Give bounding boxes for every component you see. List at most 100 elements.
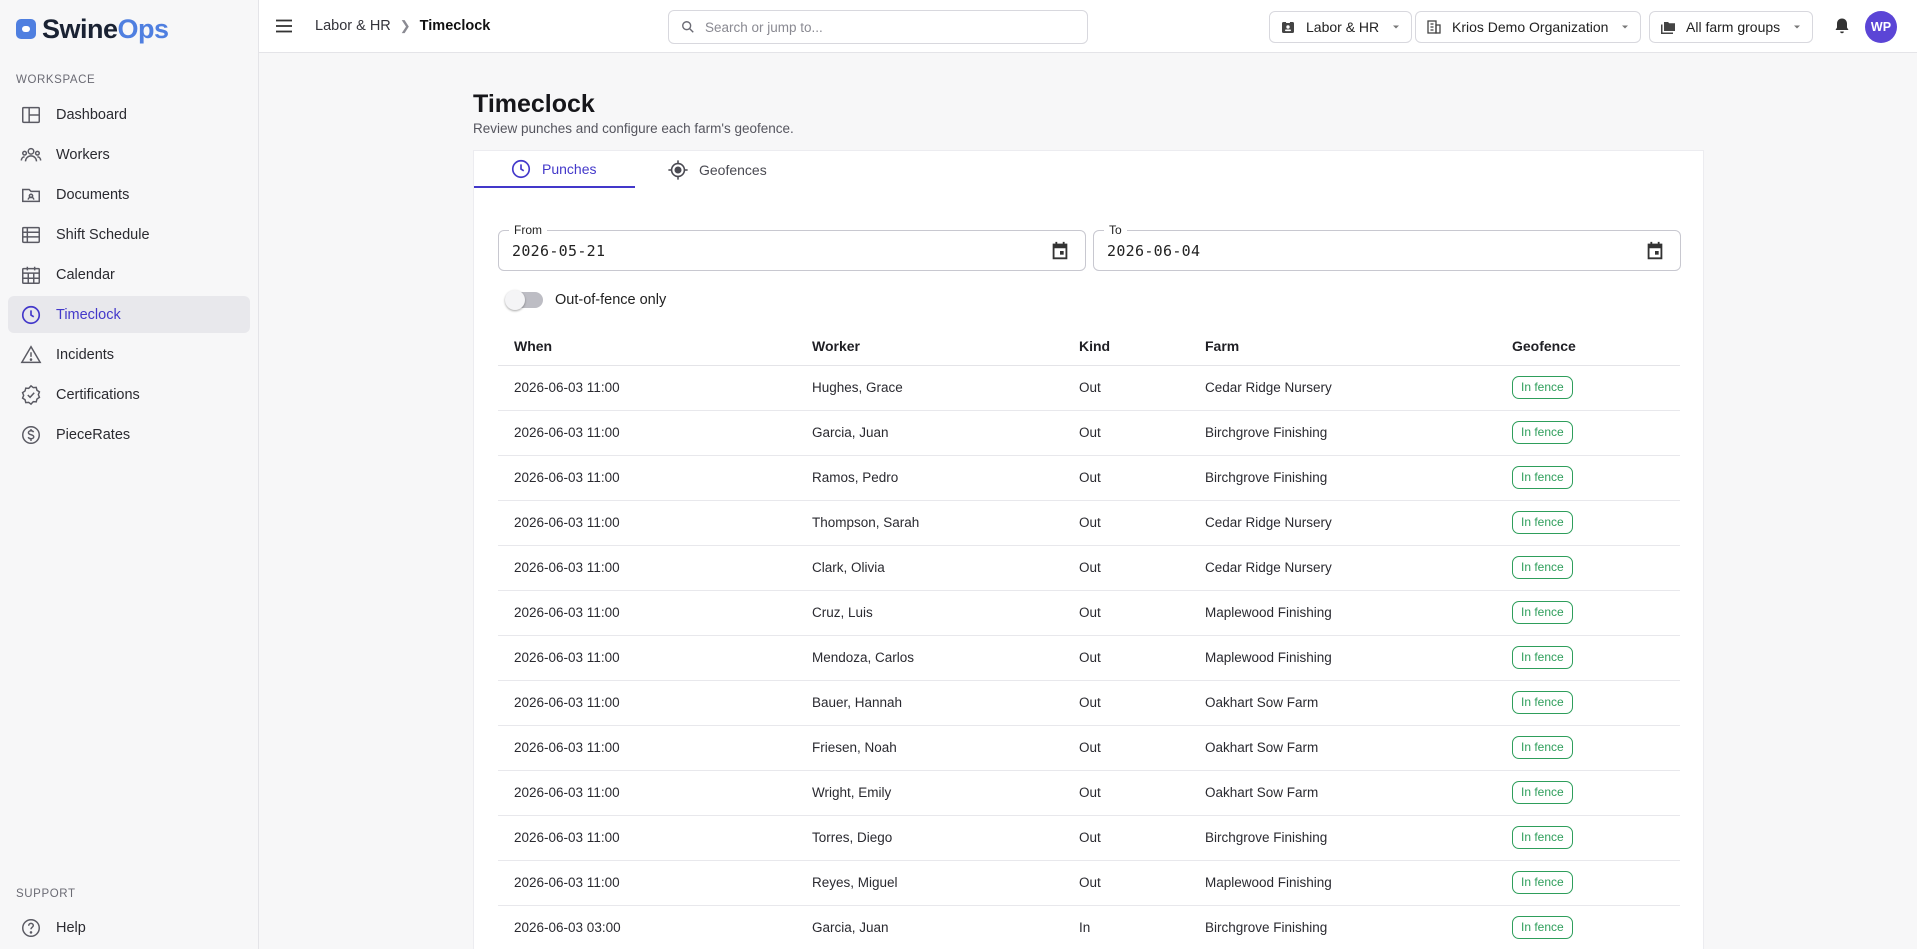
sidebar-item-calendar[interactable]: Calendar — [8, 256, 250, 293]
geofence-status-badge: In fence — [1512, 376, 1573, 399]
calendar-icon[interactable] — [1644, 240, 1666, 262]
bell-icon[interactable] — [1832, 16, 1852, 36]
geofence-status-badge: In fence — [1512, 871, 1573, 894]
logo-icon — [16, 19, 36, 39]
cell-worker: Garcia, Juan — [796, 410, 1063, 456]
sidebar-item-dashboard[interactable]: Dashboard — [8, 96, 250, 133]
table-row[interactable]: 2026-06-03 03:00 Garcia, Juan In Birchgrove… — [498, 905, 1680, 949]
table-row[interactable]: 2026-06-03 11:00 Ramos, Pedro Out Birchgrov… — [498, 455, 1680, 501]
column-header-geofence[interactable]: Geofence — [1496, 328, 1680, 366]
cell-kind: Out — [1063, 680, 1189, 726]
caret-down-icon — [1622, 25, 1629, 29]
table-row[interactable]: 2026-06-03 11:00 Thompson, Sarah Out Cedar … — [498, 500, 1680, 546]
sidebar-item-timeclock[interactable]: Timeclock — [8, 296, 250, 333]
cell-worker: Hughes, Grace — [796, 365, 1063, 411]
cell-when: 2026-06-03 11:00 — [498, 500, 796, 546]
tab-label: Geofences — [699, 161, 767, 178]
tab-geofences[interactable]: Geofences — [635, 151, 803, 188]
table-row[interactable]: 2026-06-03 11:00 Torres, Diego Out Birchgro… — [498, 815, 1680, 861]
cell-when: 2026-06-03 11:00 — [498, 815, 796, 861]
cell-when: 2026-06-03 03:00 — [498, 905, 796, 949]
table-row[interactable]: 2026-06-03 11:00 Hughes, Grace Out Cedar Ri… — [498, 365, 1680, 411]
cell-farm: Birchgrove Finishing — [1189, 410, 1496, 456]
cell-when: 2026-06-03 11:00 — [498, 770, 796, 816]
dollar-icon — [22, 425, 40, 444]
to-date-field[interactable]: To 2026-06-04 — [1093, 223, 1681, 271]
table-row[interactable]: 2026-06-03 11:00 Bauer, Hannah Out Oakhart … — [498, 680, 1680, 726]
tab-punches[interactable]: Punches — [474, 151, 635, 188]
folder-icon — [22, 188, 40, 202]
geofence-status-badge: In fence — [1512, 646, 1573, 669]
cell-kind: Out — [1063, 770, 1189, 816]
sidebar-item-incidents[interactable]: Incidents — [8, 336, 250, 373]
sidebar-item-label: Documents — [56, 186, 130, 203]
column-header-kind[interactable]: Kind — [1063, 328, 1189, 366]
geofence-status-badge: In fence — [1512, 601, 1573, 624]
sidebar-item-label: Dashboard — [56, 106, 127, 123]
column-header-worker[interactable]: Worker — [796, 328, 1063, 366]
cell-kind: Out — [1063, 860, 1189, 906]
breadcrumb-item-current: Timeclock — [419, 18, 491, 34]
sidebar-item-piecerates[interactable]: PieceRates — [8, 416, 250, 453]
out-of-fence-toggle-label: Out-of-fence only — [555, 292, 667, 308]
from-date-value[interactable]: 2026-05-21 — [512, 242, 605, 260]
cell-worker: Bauer, Hannah — [796, 680, 1063, 726]
cell-geofence: In fence — [1496, 635, 1680, 681]
cell-geofence: In fence — [1496, 725, 1680, 771]
calendar-icon[interactable] — [1049, 240, 1071, 262]
tab-label: Punches — [542, 160, 597, 177]
punches-table: When Worker Kind Farm Geofence 2026-06-0… — [498, 328, 1680, 949]
cell-geofence: In fence — [1496, 770, 1680, 816]
geofence-status-badge: In fence — [1512, 736, 1573, 759]
farm-group-select[interactable]: All farm groups — [1649, 11, 1814, 43]
geofence-status-badge: In fence — [1512, 466, 1573, 489]
table-row[interactable]: 2026-06-03 11:00 Garcia, Juan Out Birchgrov… — [498, 410, 1680, 456]
calendar-icon — [22, 266, 40, 284]
from-date-field[interactable]: From 2026-05-21 — [498, 223, 1086, 271]
module-select[interactable]: Labor & HR — [1269, 11, 1413, 43]
farm-group-select-value: All farm groups — [1686, 19, 1781, 35]
table-row[interactable]: 2026-06-03 11:00 Reyes, Miguel Out Maplewoo… — [498, 860, 1680, 906]
menu-icon[interactable] — [274, 16, 294, 36]
cell-farm: Birchgrove Finishing — [1189, 905, 1496, 949]
sidebar-item-label: Incidents — [56, 346, 115, 363]
cell-kind: Out — [1063, 410, 1189, 456]
column-header-farm[interactable]: Farm — [1189, 328, 1496, 366]
search-input[interactable] — [705, 19, 1065, 35]
breadcrumb-item-labor-hr[interactable]: Labor & HR — [315, 18, 391, 34]
dashboard-icon — [22, 106, 40, 123]
geofence-status-badge: In fence — [1512, 556, 1573, 579]
table-row[interactable]: 2026-06-03 11:00 Mendoza, Carlos Out Maplew… — [498, 635, 1680, 681]
out-of-fence-toggle[interactable] — [505, 290, 543, 310]
support-section-label: SUPPORT — [16, 888, 76, 900]
sidebar-item-certifications[interactable]: Certifications — [8, 376, 250, 413]
cell-worker: Ramos, Pedro — [796, 455, 1063, 501]
sidebar-item-workers[interactable]: Workers — [8, 136, 250, 173]
table-row[interactable]: 2026-06-03 11:00 Clark, Olivia Out Cedar Ri… — [498, 545, 1680, 591]
cell-geofence: In fence — [1496, 365, 1680, 411]
to-date-value[interactable]: 2026-06-04 — [1107, 242, 1200, 260]
cell-kind: In — [1063, 905, 1189, 949]
out-of-fence-toggle-row: Out-of-fence only — [505, 290, 667, 310]
cell-worker: Clark, Olivia — [796, 545, 1063, 591]
sidebar-item-help[interactable]: Help — [8, 909, 250, 946]
sidebar-item-documents[interactable]: Documents — [8, 176, 250, 213]
search-box[interactable] — [668, 10, 1088, 44]
geofence-status-badge: In fence — [1512, 826, 1573, 849]
table-row[interactable]: 2026-06-03 11:00 Friesen, Noah Out Oakhart … — [498, 725, 1680, 771]
organization-select-value: Krios Demo Organization — [1452, 19, 1609, 35]
table-row[interactable]: 2026-06-03 11:00 Cruz, Luis Out Maplewood F… — [498, 590, 1680, 636]
geofence-status-badge: In fence — [1512, 691, 1573, 714]
timeclock-card: Punches Geofences From 2026-05-21 To 202… — [473, 150, 1704, 949]
app-name: SwineOps — [42, 13, 169, 44]
sidebar-item-shift-schedule[interactable]: Shift Schedule — [8, 216, 250, 253]
user-avatar[interactable]: WP — [1865, 11, 1897, 43]
cell-farm: Oakhart Sow Farm — [1189, 680, 1496, 726]
table-row[interactable]: 2026-06-03 11:00 Wright, Emily Out Oakhart … — [498, 770, 1680, 816]
organization-select[interactable]: Krios Demo Organization — [1415, 11, 1642, 43]
cell-when: 2026-06-03 11:00 — [498, 545, 796, 591]
cell-when: 2026-06-03 11:00 — [498, 590, 796, 636]
app-logo[interactable]: SwineOps — [16, 14, 169, 44]
cell-worker: Garcia, Juan — [796, 905, 1063, 949]
column-header-when[interactable]: When — [498, 328, 796, 366]
